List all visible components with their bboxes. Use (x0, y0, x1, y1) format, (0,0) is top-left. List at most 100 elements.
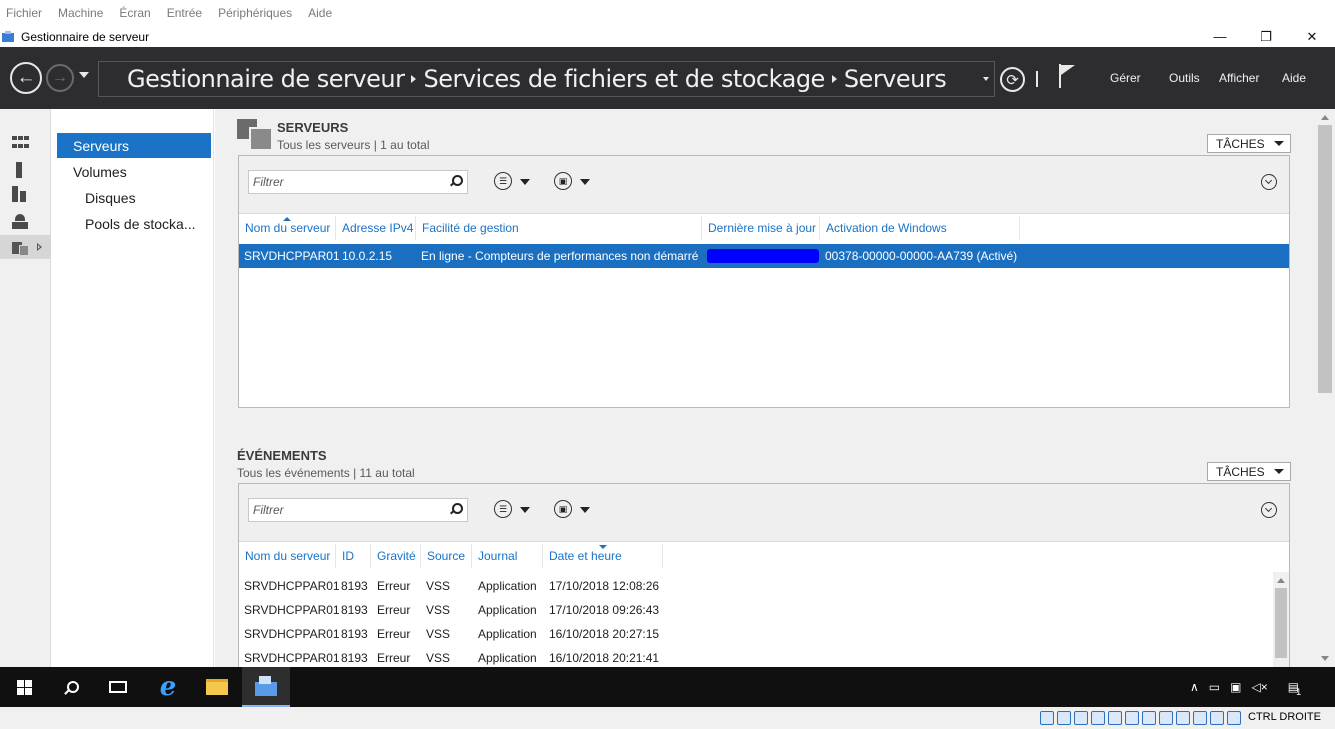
keyboard-capture-icon[interactable] (1227, 711, 1241, 725)
col-date[interactable]: Date et heure (543, 544, 663, 568)
taskbar-ie-button[interactable]: e (144, 667, 192, 707)
save-query-dropdown[interactable] (580, 507, 590, 513)
start-button[interactable] (0, 667, 48, 707)
col-ipv4[interactable]: Adresse IPv4 (336, 216, 416, 240)
strip-local-server[interactable] (0, 157, 51, 181)
save-query-icon[interactable]: ▣ (554, 172, 572, 190)
cell-server: SRVDHCPPAR01 (244, 651, 340, 665)
strip-file-storage[interactable] (0, 235, 51, 259)
scroll-thumb[interactable] (1318, 125, 1332, 393)
events-tasks-button[interactable]: TÂCHES (1207, 462, 1291, 481)
menu-aide[interactable]: Aide (1282, 71, 1306, 85)
col-manageability[interactable]: Facilité de gestion (416, 216, 702, 240)
host-menu-peripheriques[interactable]: Périphériques (218, 6, 292, 20)
host-key-label: CTRL DROITE (1248, 711, 1321, 723)
scroll-up-icon[interactable] (1321, 115, 1329, 120)
arrow-right-icon: → (52, 69, 68, 86)
icon-strip (0, 109, 51, 667)
host-menu-machine[interactable]: Machine (58, 6, 103, 20)
strip-dashboard[interactable] (0, 131, 51, 155)
shared-folders-icon[interactable] (1125, 711, 1139, 725)
forward-button[interactable]: → (46, 64, 74, 92)
audio-icon[interactable] (1074, 711, 1088, 725)
virtualization-icon[interactable] (1193, 711, 1207, 725)
col-log[interactable]: Journal (472, 544, 543, 568)
expand-collapse-icon[interactable] (1261, 174, 1277, 190)
subnav-item-volumes[interactable]: Volumes (57, 159, 211, 184)
breadcrumb-server-manager[interactable]: Gestionnaire de serveur (127, 65, 405, 93)
search-icon[interactable] (449, 503, 463, 515)
cpu-icon[interactable] (1176, 711, 1190, 725)
events-filter-input[interactable]: Filtrer (248, 498, 468, 522)
events-scrollbar[interactable] (1273, 572, 1289, 667)
table-row[interactable]: SRVDHCPPAR01 10.0.2.15 En ligne - Compte… (239, 244, 1289, 268)
list-options-dropdown[interactable] (520, 507, 530, 513)
subnav-item-serveurs[interactable]: Serveurs (57, 133, 211, 158)
display-icon[interactable] (1142, 711, 1156, 725)
mouse-integration-icon[interactable] (1210, 711, 1224, 725)
servers-tasks-button[interactable]: TÂCHES (1207, 134, 1291, 153)
restore-button[interactable]: ❐ (1243, 26, 1289, 47)
taskbar-explorer-button[interactable] (193, 667, 241, 707)
minimize-button[interactable]: — (1197, 26, 1243, 47)
taskbar-server-manager-button[interactable] (242, 667, 290, 707)
col-last-update[interactable]: Dernière mise à jour (702, 216, 820, 240)
scroll-thumb[interactable] (1275, 588, 1287, 658)
save-query-dropdown[interactable] (580, 179, 590, 185)
refresh-icon[interactable]: ⟳ (1000, 67, 1025, 92)
list-options-icon[interactable]: ☰ (494, 500, 512, 518)
taskbar-search-button[interactable] (46, 667, 94, 707)
history-dropdown[interactable] (79, 72, 89, 78)
strip-roles[interactable] (0, 209, 51, 233)
search-icon[interactable] (449, 175, 463, 187)
table-row[interactable]: SRVDHCPPAR01 8193 Erreur VSS Application… (239, 574, 1273, 598)
breadcrumb-file-storage[interactable]: Services de fichiers et de stockage (423, 65, 825, 93)
col-server-name[interactable]: Nom du serveur (239, 216, 336, 240)
menu-outils[interactable]: Outils (1169, 71, 1200, 85)
col-activation[interactable]: Activation de Windows (820, 216, 1020, 240)
host-menu-ecran[interactable]: Écran (119, 6, 150, 20)
list-options-icon[interactable]: ☰ (494, 172, 512, 190)
close-button[interactable]: ✕ (1289, 26, 1335, 47)
breadcrumb-servers[interactable]: Serveurs (844, 65, 947, 93)
back-button[interactable]: ← (10, 62, 42, 94)
menu-gerer[interactable]: Gérer (1110, 71, 1141, 85)
list-options-dropdown[interactable] (520, 179, 530, 185)
breadcrumb-separator-icon[interactable] (411, 75, 417, 83)
table-row[interactable]: SRVDHCPPAR01 8193 Erreur VSS Application… (239, 622, 1273, 646)
col-label: Date et heure (549, 549, 622, 563)
expand-collapse-icon[interactable] (1261, 502, 1277, 518)
breadcrumb-separator-icon[interactable] (831, 75, 837, 83)
table-row[interactable]: SRVDHCPPAR01 8193 Erreur VSS Application… (239, 646, 1273, 667)
network-icon[interactable]: ▣ (1230, 680, 1241, 694)
volume-muted-icon[interactable]: ◁× (1251, 680, 1267, 694)
task-view-button[interactable] (94, 667, 142, 707)
network-adapter-icon[interactable] (1091, 711, 1105, 725)
strip-all-servers[interactable] (0, 183, 51, 207)
col-server-name[interactable]: Nom du serveur (239, 544, 336, 568)
notifications-flag-icon[interactable] (1059, 64, 1077, 88)
save-query-icon[interactable]: ▣ (554, 500, 572, 518)
col-severity[interactable]: Gravité (371, 544, 421, 568)
usb-icon[interactable] (1108, 711, 1122, 725)
breadcrumb-dropdown-icon[interactable] (983, 77, 989, 81)
dashboard-icon (12, 136, 29, 150)
main-scrollbar[interactable] (1315, 109, 1335, 667)
host-menu-entree[interactable]: Entrée (167, 6, 202, 20)
host-menu-fichier[interactable]: Fichier (6, 6, 42, 20)
chevron-up-icon[interactable]: ∧ (1190, 680, 1199, 694)
col-source[interactable]: Source (421, 544, 472, 568)
servers-filter-input[interactable]: Filtrer (248, 170, 468, 194)
optical-drive-icon[interactable] (1057, 711, 1071, 725)
table-row[interactable]: SRVDHCPPAR01 8193 Erreur VSS Application… (239, 598, 1273, 622)
subnav-item-disques[interactable]: Disques (57, 185, 211, 210)
video-capture-icon[interactable] (1159, 711, 1173, 725)
scroll-up-icon[interactable] (1277, 578, 1285, 583)
keyboard-icon[interactable]: ▭ (1209, 680, 1220, 694)
menu-afficher[interactable]: Afficher (1219, 71, 1259, 85)
col-id[interactable]: ID (336, 544, 371, 568)
subnav-item-pools[interactable]: Pools de stocka... (57, 211, 211, 236)
scroll-down-icon[interactable] (1321, 656, 1329, 661)
host-menu-aide[interactable]: Aide (308, 6, 332, 20)
hard-disk-icon[interactable] (1040, 711, 1054, 725)
